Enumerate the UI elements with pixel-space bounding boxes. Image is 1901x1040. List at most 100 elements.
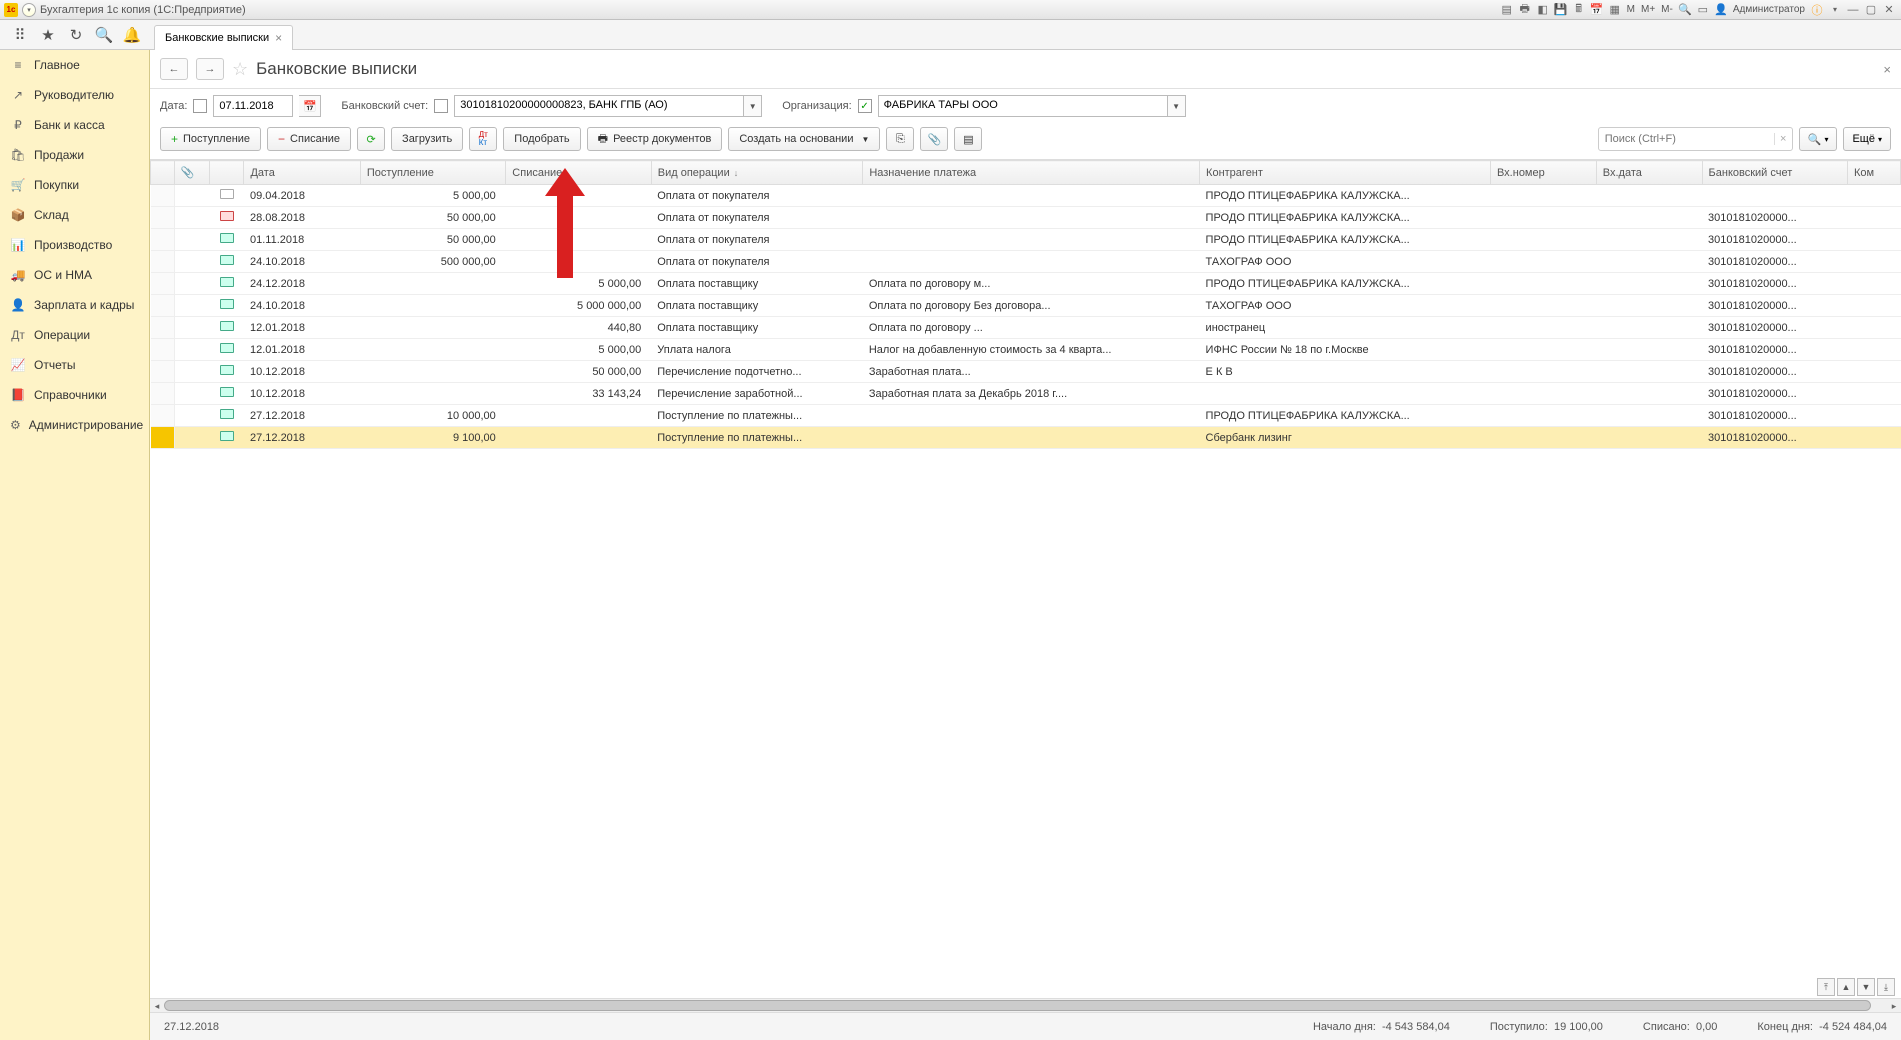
title-dropdown-icon[interactable]: ▾ — [22, 3, 36, 17]
col-counterparty[interactable]: Контрагент — [1200, 161, 1491, 185]
table-row[interactable]: 24.10.2018500 000,00Оплата от покупателя… — [151, 251, 1901, 273]
scroll-left-icon[interactable]: ◂ — [150, 999, 164, 1013]
copy-button[interactable]: ⎘ — [886, 127, 914, 151]
col-in-date[interactable]: Вх.дата — [1596, 161, 1702, 185]
load-button[interactable]: Загрузить — [391, 127, 463, 151]
scroll-thumb[interactable] — [164, 1000, 1871, 1011]
memory-mplus-button[interactable]: M+ — [1639, 4, 1657, 15]
sidebar-item-банк-и-касса[interactable]: ₽Банк и касса — [0, 110, 149, 140]
attach-button[interactable]: 📎 — [920, 127, 948, 151]
apps-icon[interactable]: ⠿ — [6, 21, 34, 49]
sidebar-item-продажи[interactable]: 🛍Продажи — [0, 140, 149, 170]
table-row[interactable]: 01.11.201850 000,00Оплата от покупателяП… — [151, 229, 1901, 251]
sidebar-item-справочники[interactable]: 📕Справочники — [0, 380, 149, 410]
tab-bank-statements[interactable]: Банковские выписки × — [154, 25, 293, 50]
calendar-icon[interactable]: 📅 — [1589, 2, 1605, 18]
data-table[interactable]: 📎 Дата Поступление Списание Вид операции… — [150, 160, 1901, 449]
info-dropdown-icon[interactable]: ▾ — [1827, 2, 1843, 18]
sidebar-item-производство[interactable]: 📊Производство — [0, 230, 149, 260]
table-row[interactable]: 09.04.20185 000,00Оплата от покупателяПР… — [151, 185, 1901, 207]
info-icon[interactable]: ⓘ — [1809, 2, 1825, 18]
favorite-star-icon[interactable]: ☆ — [232, 59, 248, 80]
date-filter-checkbox[interactable] — [193, 99, 207, 113]
user-label[interactable]: Администратор — [1731, 4, 1807, 15]
account-combo[interactable]: 30101810200000000823, БАНК ГПБ (АО) — [454, 95, 744, 117]
col-purpose[interactable]: Назначение платежа — [863, 161, 1200, 185]
date-input[interactable] — [219, 100, 287, 112]
writeoff-button[interactable]: −Списание — [267, 127, 351, 151]
sidebar-item-ос-и-нма[interactable]: 🚚ОС и НМА — [0, 260, 149, 290]
calendar-button-icon[interactable]: 📅 — [299, 95, 321, 117]
sidebar-item-руководителю[interactable]: ↗Руководителю — [0, 80, 149, 110]
table-row[interactable]: 12.01.2018440,80Оплата поставщикуОплата … — [151, 317, 1901, 339]
table-row[interactable]: 10.12.201833 143,24Перечисление заработн… — [151, 383, 1901, 405]
table-row[interactable]: 24.10.20185 000 000,00Оплата поставщикуО… — [151, 295, 1901, 317]
date-field[interactable] — [213, 95, 293, 117]
sidebar-item-администрирование[interactable]: ⚙Администрирование — [0, 410, 149, 440]
calculator-icon[interactable]: 🖩 — [1571, 2, 1587, 18]
close-tab-icon[interactable]: × — [275, 31, 282, 45]
search-box[interactable]: × — [1598, 127, 1793, 151]
bell-icon[interactable]: 🔔 — [118, 21, 146, 49]
star-icon[interactable]: ★ — [34, 21, 62, 49]
lock-icon[interactable]: 🔍 — [1677, 2, 1693, 18]
pick-button[interactable]: Подобрать — [503, 127, 580, 151]
table-row[interactable]: 27.12.201810 000,00Поступление по платеж… — [151, 405, 1901, 427]
horizontal-scrollbar[interactable]: ◂ ▸ — [150, 998, 1901, 1012]
refresh-button[interactable]: ⟳ — [357, 127, 385, 151]
col-comment[interactable]: Ком — [1847, 161, 1900, 185]
book-icon[interactable]: ▭ — [1695, 2, 1711, 18]
search-icon[interactable]: 🔍 — [90, 21, 118, 49]
nav-last-icon[interactable]: ⤓ — [1877, 978, 1895, 996]
scroll-right-icon[interactable]: ▸ — [1887, 999, 1901, 1013]
col-bank-acc[interactable]: Банковский счет — [1702, 161, 1847, 185]
history-icon[interactable]: ↻ — [62, 21, 90, 49]
print-icon[interactable]: 🖶 — [1517, 2, 1533, 18]
close-page-icon[interactable]: × — [1883, 62, 1891, 77]
nav-down-icon[interactable]: ▼ — [1857, 978, 1875, 996]
compare-icon[interactable]: ◧ — [1535, 2, 1551, 18]
nav-up-icon[interactable]: ▲ — [1837, 978, 1855, 996]
nav-first-icon[interactable]: ⤒ — [1817, 978, 1835, 996]
org-combo[interactable]: ФАБРИКА ТАРЫ ООО — [878, 95, 1168, 117]
col-attach[interactable]: 📎 — [174, 161, 209, 185]
col-kind[interactable]: Вид операции↓ — [651, 161, 863, 185]
table-icon[interactable]: ▦ — [1607, 2, 1623, 18]
col-income[interactable]: Поступление — [360, 161, 505, 185]
sidebar-item-главное[interactable]: ≡Главное — [0, 50, 149, 80]
search-glass-button[interactable]: 🔍 ▾ — [1799, 127, 1838, 151]
col-handle[interactable] — [151, 161, 175, 185]
sidebar-item-покупки[interactable]: 🛒Покупки — [0, 170, 149, 200]
save-icon[interactable]: 💾 — [1553, 2, 1569, 18]
nav-forward-button[interactable]: → — [196, 58, 224, 80]
table-row[interactable]: 12.01.20185 000,00Уплата налогаНалог на … — [151, 339, 1901, 361]
col-date[interactable]: Дата — [244, 161, 360, 185]
nav-back-button[interactable]: ← — [160, 58, 188, 80]
minimize-icon[interactable]: — — [1845, 2, 1861, 18]
sidebar-item-отчеты[interactable]: 📈Отчеты — [0, 350, 149, 380]
search-input[interactable] — [1599, 133, 1774, 145]
sidebar-item-зарплата-и-кадры[interactable]: 👤Зарплата и кадры — [0, 290, 149, 320]
org-filter-checkbox[interactable] — [858, 99, 872, 113]
org-dropdown-icon[interactable]: ▼ — [1168, 95, 1186, 117]
sidebar-item-склад[interactable]: 📦Склад — [0, 200, 149, 230]
table-row[interactable]: 28.08.201850 000,00Оплата от покупателяП… — [151, 207, 1901, 229]
col-status[interactable] — [210, 161, 244, 185]
memory-m-button[interactable]: M — [1625, 4, 1637, 15]
more-button[interactable]: Ещё ▾ — [1843, 127, 1891, 151]
table-row[interactable]: 27.12.20189 100,00Поступление по платежн… — [151, 427, 1901, 449]
maximize-icon[interactable]: ▢ — [1863, 2, 1879, 18]
list-button[interactable]: ▤ — [954, 127, 982, 151]
receipt-button[interactable]: +Поступление — [160, 127, 261, 151]
search-clear-icon[interactable]: × — [1774, 133, 1792, 145]
account-dropdown-icon[interactable]: ▼ — [744, 95, 762, 117]
table-row[interactable]: 24.12.20185 000,00Оплата поставщикуОплат… — [151, 273, 1901, 295]
close-window-icon[interactable]: ✕ — [1881, 2, 1897, 18]
table-row[interactable]: 10.12.201850 000,00Перечисление подотчет… — [151, 361, 1901, 383]
print-preview-icon[interactable]: ▤ — [1499, 2, 1515, 18]
sidebar-item-операции[interactable]: ДтОперации — [0, 320, 149, 350]
col-in-no[interactable]: Вх.номер — [1490, 161, 1596, 185]
registry-button[interactable]: 🖶Реестр документов — [587, 127, 723, 151]
dtkt-button[interactable]: ДтКт — [469, 127, 497, 151]
col-outcome[interactable]: Списание — [506, 161, 651, 185]
